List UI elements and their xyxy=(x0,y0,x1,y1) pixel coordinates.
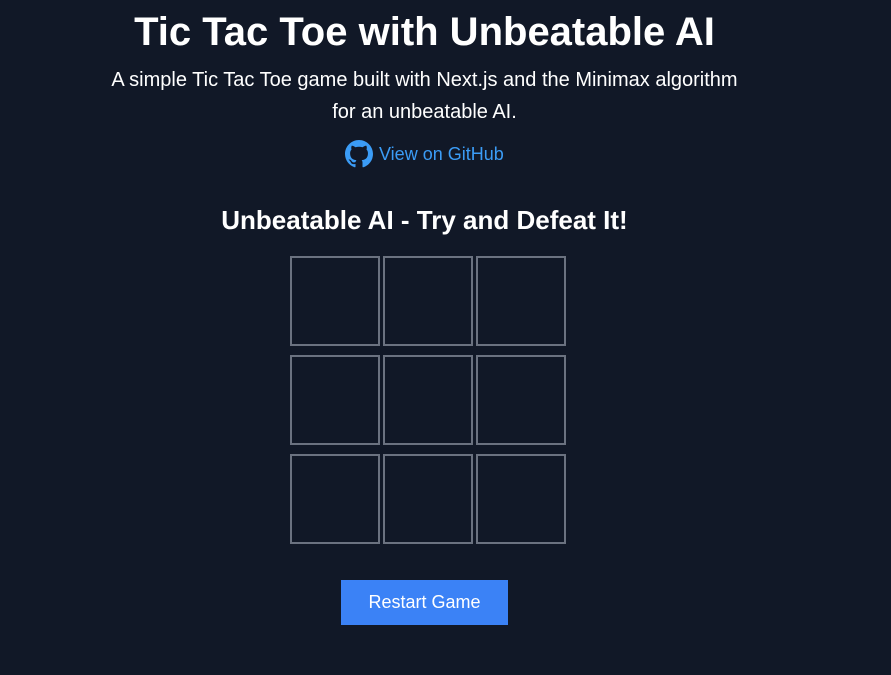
github-link-label: View on GitHub xyxy=(379,144,504,164)
board-cell-7[interactable] xyxy=(290,454,380,544)
board-cell-5[interactable] xyxy=(383,355,473,445)
board-cell-8[interactable] xyxy=(383,454,473,544)
board-cell-3[interactable] xyxy=(476,256,566,346)
github-link[interactable]: View on GitHub xyxy=(345,139,504,169)
page-description: A simple Tic Tac Toe game built with Nex… xyxy=(111,69,738,123)
github-icon xyxy=(345,140,373,168)
board-cell-2[interactable] xyxy=(383,256,473,346)
game-subtitle: Unbeatable AI - Try and Defeat It! xyxy=(221,205,628,235)
restart-game-button[interactable]: Restart Game xyxy=(341,580,508,625)
board-cell-6[interactable] xyxy=(476,355,566,445)
page: Tic Tac Toe with Unbeatable AI A simple … xyxy=(0,0,891,675)
board-cell-4[interactable] xyxy=(290,355,380,445)
board-cell-1[interactable] xyxy=(290,256,380,346)
page-title: Tic Tac Toe with Unbeatable AI xyxy=(134,10,715,54)
game-board xyxy=(290,256,566,544)
board-cell-9[interactable] xyxy=(476,454,566,544)
